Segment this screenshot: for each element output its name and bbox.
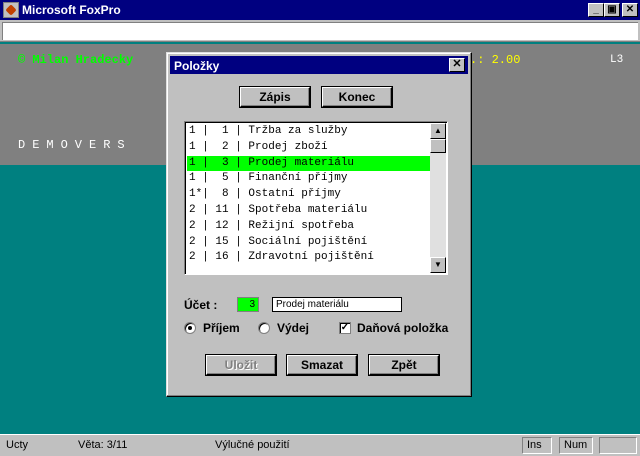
command-input[interactable] xyxy=(2,22,638,40)
window-title: Microsoft FoxPro xyxy=(22,3,121,17)
list-item-selected[interactable]: 1 | 3 | Prodej materiálu xyxy=(187,155,431,172)
status-extra-panel xyxy=(599,437,637,454)
danova-polozka-checkbox[interactable]: ✓ xyxy=(339,322,351,334)
minimize-button[interactable]: _ xyxy=(588,3,604,17)
close-window-button[interactable]: ✕ xyxy=(622,3,638,17)
prijem-radio[interactable] xyxy=(184,322,196,334)
list-item[interactable]: 2 | 15 | Sociální pojištění xyxy=(187,235,431,251)
demo-banner: DEMOVERS xyxy=(18,138,132,152)
smazat-button[interactable]: Smazat xyxy=(287,355,357,375)
polozky-dialog: Položky ✕ Zápis Konec 1 | 1 | Tržba za s… xyxy=(166,52,472,397)
foxpro-app-icon[interactable] xyxy=(3,2,19,18)
screen-code: L3 xyxy=(610,54,624,66)
ucet-code-field[interactable]: 3 xyxy=(237,297,259,312)
status-ins: Ins xyxy=(522,437,552,454)
status-mode: Výlučné použití xyxy=(215,439,290,451)
status-record: Věta: 3/11 xyxy=(78,439,128,451)
list-item[interactable]: 1*| 8 | Ostatní příjmy xyxy=(187,187,431,203)
ucet-label: Účet : xyxy=(184,298,218,312)
dialog-title: Položky xyxy=(174,59,220,73)
ucet-name-field[interactable]: Prodej materiálu xyxy=(272,297,402,312)
vydej-radio[interactable] xyxy=(258,322,270,334)
danova-polozka-label[interactable]: Daňová položka xyxy=(357,321,448,335)
status-bar: Ucty Věta: 3/11 Výlučné použití Ins Num xyxy=(0,434,640,456)
list-item[interactable]: 2 | 11 | Spotřeba materiálu xyxy=(187,203,431,219)
version-label: .: 2.00 xyxy=(470,53,521,67)
restore-button[interactable]: ▣ xyxy=(604,3,620,17)
items-listbox[interactable]: 1 | 1 | Tržba za služby 1 | 2 | Prodej z… xyxy=(184,121,448,275)
dialog-title-bar: Položky ✕ xyxy=(170,56,468,74)
zpet-button[interactable]: Zpět xyxy=(369,355,439,375)
scroll-up-arrow-icon[interactable]: ▲ xyxy=(430,123,446,139)
scroll-down-arrow-icon[interactable]: ▼ xyxy=(430,257,446,273)
list-item[interactable]: 2 | 12 | Režijní spotřeba xyxy=(187,219,431,235)
status-num: Num xyxy=(559,437,593,454)
konec-button[interactable]: Konec xyxy=(322,87,392,107)
command-strip xyxy=(0,20,640,42)
dialog-close-button[interactable]: ✕ xyxy=(449,58,465,72)
list-item[interactable]: 1 | 5 | Finanční příjmy xyxy=(187,171,431,187)
list-item[interactable]: 1 | 1 | Tržba za služby xyxy=(187,124,431,140)
zapis-button[interactable]: Zápis xyxy=(240,87,310,107)
list-scrollbar[interactable]: ▲ ▼ xyxy=(430,123,446,273)
scrollbar-thumb[interactable] xyxy=(430,139,446,153)
ulozit-button[interactable]: Uložit xyxy=(206,355,276,375)
author-credit: © Milan Hradecky xyxy=(18,53,134,67)
list-item[interactable]: 1 | 2 | Prodej zboží xyxy=(187,140,431,156)
title-bar: Microsoft FoxPro _ ▣ ✕ xyxy=(0,0,640,20)
list-item[interactable]: 2 | 16 | Zdravotní pojištění xyxy=(187,250,431,266)
prijem-label[interactable]: Příjem xyxy=(203,321,240,335)
vydej-label[interactable]: Výdej xyxy=(277,321,309,335)
items-list: 1 | 1 | Tržba za služby 1 | 2 | Prodej z… xyxy=(187,124,431,266)
status-table: Ucty xyxy=(6,439,28,451)
